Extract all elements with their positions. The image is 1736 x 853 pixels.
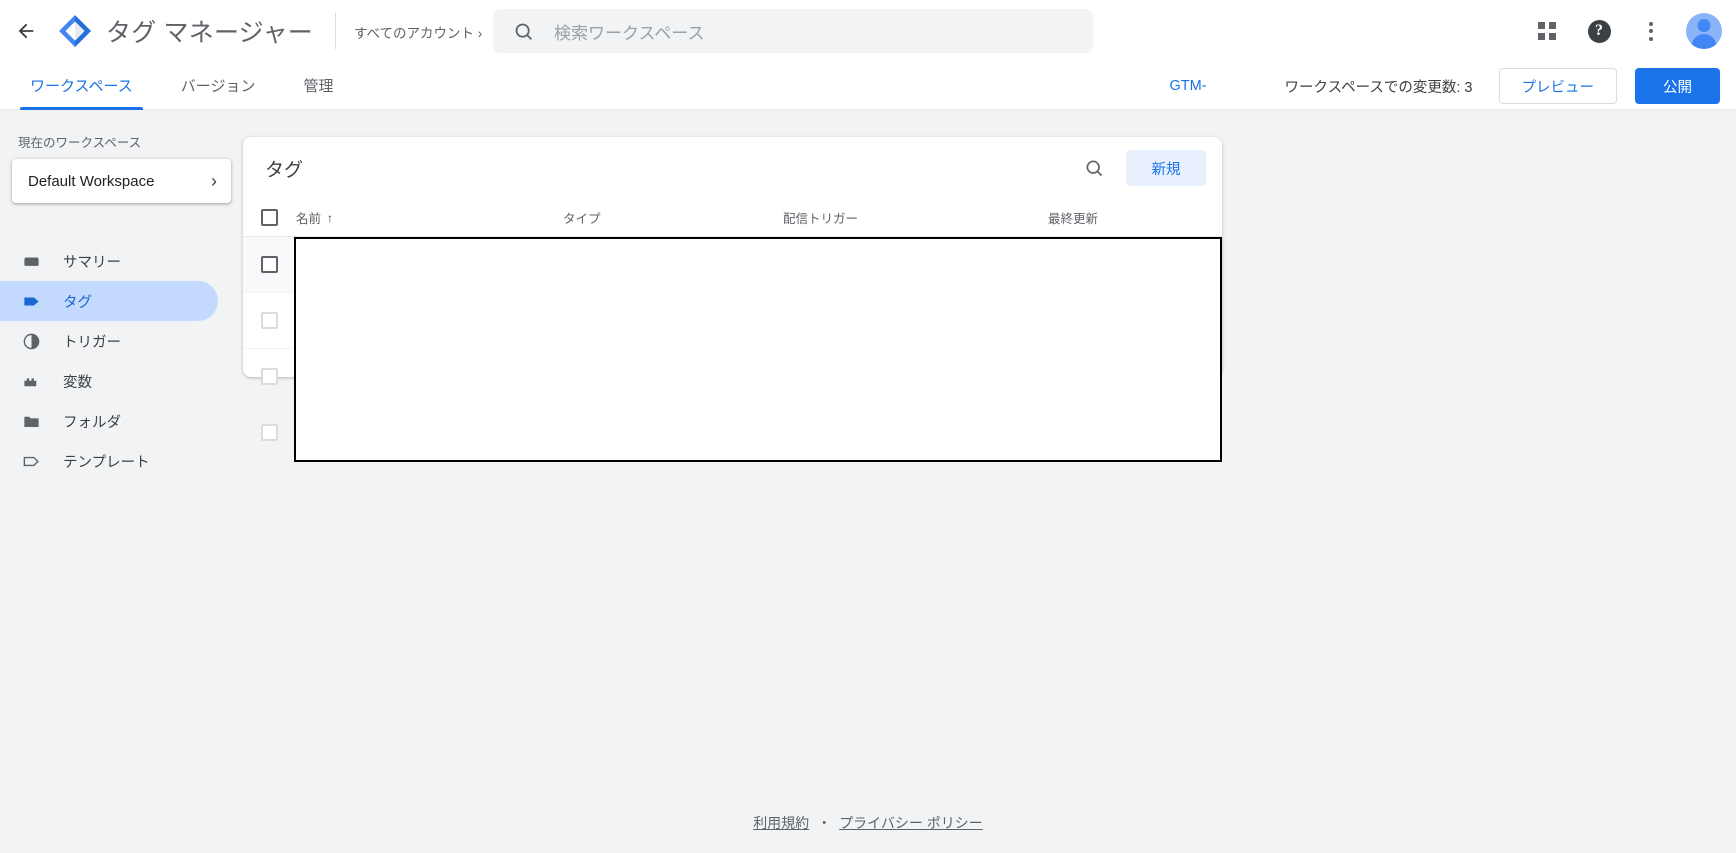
search-icon xyxy=(513,21,534,42)
top-app-bar: タグ マネージャー すべてのアカウント › 検索ワークスペース ? xyxy=(0,0,1736,62)
workspace-tabbar: ワークスペース バージョン 管理 GTM- ワークスペースでの変更数: 3 プレ… xyxy=(0,62,1736,110)
tags-search-icon[interactable] xyxy=(1074,148,1114,188)
sidebar-item-folders-label: フォルダ xyxy=(63,414,121,431)
sidebar-item-templates-label: テンプレート xyxy=(63,454,150,471)
back-arrow-icon[interactable] xyxy=(2,7,50,55)
publish-button[interactable]: 公開 xyxy=(1635,68,1720,104)
preview-button[interactable]: プレビュー xyxy=(1498,68,1617,104)
gtm-app-window: タグ マネージャー すべてのアカウント › 検索ワークスペース ? ワークスペー… xyxy=(0,0,1736,853)
container-id-link[interactable]: GTM- xyxy=(1170,78,1207,94)
table-body xyxy=(243,237,1222,462)
tags-card-header: タグ 新規 xyxy=(243,137,1222,199)
sidebar-item-summary-label: サマリー xyxy=(63,254,121,271)
workspace-selector-card[interactable]: Default Workspace › xyxy=(12,159,231,203)
sidebar-item-tags-label: タグ xyxy=(63,294,92,311)
row-checkbox[interactable] xyxy=(261,424,278,441)
tab-admin-label: 管理 xyxy=(303,78,334,95)
tags-card: タグ 新規 名前 ↑ タイプ 配信トリガー 最終更新 xyxy=(243,137,1222,462)
sidebar-item-triggers-label: トリガー xyxy=(63,334,121,351)
workspace-changes-count: ワークスペースでの変更数: 3 xyxy=(1284,79,1473,96)
redaction-overlay xyxy=(294,237,1222,462)
account-avatar-icon[interactable] xyxy=(1686,13,1722,49)
row-checkbox[interactable] xyxy=(261,368,278,385)
column-header-trigger[interactable]: 配信トリガー xyxy=(783,208,858,227)
row-checkbox[interactable] xyxy=(261,256,278,273)
tab-list: ワークスペース バージョン 管理 xyxy=(20,62,371,110)
top-bar-actions: ? xyxy=(1524,0,1722,62)
sidebar-item-variables[interactable]: 変数 xyxy=(0,361,218,401)
column-header-name[interactable]: 名前 ↑ xyxy=(296,208,333,227)
page-title: タグ xyxy=(265,159,304,181)
trigger-icon xyxy=(22,332,48,351)
select-all-checkbox[interactable] xyxy=(261,209,278,226)
brand: タグ マネージャー xyxy=(56,12,313,50)
tab-workspace-label: ワークスペース xyxy=(30,78,133,95)
header-divider xyxy=(335,13,336,49)
help-glyph: ? xyxy=(1587,19,1611,43)
more-vert-icon[interactable] xyxy=(1628,8,1674,54)
tab-versions-label: バージョン xyxy=(180,78,256,95)
column-header-updated[interactable]: 最終更新 xyxy=(1048,208,1098,227)
table-header-row: 名前 ↑ タイプ 配信トリガー 最終更新 xyxy=(243,199,1222,237)
search-placeholder: 検索ワークスペース xyxy=(554,23,705,43)
sidebar-item-templates[interactable]: テンプレート xyxy=(0,441,218,481)
terms-of-service-link[interactable]: 利用規約 xyxy=(753,813,809,833)
apps-grid-icon[interactable] xyxy=(1524,8,1570,54)
current-workspace-label: 現在のワークスペース xyxy=(18,136,142,150)
sidebar-nav: サマリー タグ トリガー 変数 フォルダ テンプレート xyxy=(0,241,243,481)
sidebar-item-tags[interactable]: タグ xyxy=(0,281,218,321)
main-content: タグ 新規 名前 ↑ タイプ 配信トリガー 最終更新 xyxy=(243,110,1736,853)
footer-separator: ・ xyxy=(817,815,832,831)
product-title: タグ マネージャー xyxy=(106,19,313,47)
tag-manager-logo-icon xyxy=(56,12,94,50)
row-checkbox[interactable] xyxy=(261,312,278,329)
template-icon xyxy=(22,452,48,471)
tabbar-right-actions: GTM- ワークスペースでの変更数: 3 プレビュー 公開 xyxy=(1170,62,1720,110)
summary-icon xyxy=(22,252,48,271)
help-circle-icon[interactable]: ? xyxy=(1576,8,1622,54)
chevron-right-icon: › xyxy=(211,171,217,191)
tab-versions[interactable]: バージョン xyxy=(171,62,266,110)
variable-icon xyxy=(22,372,48,391)
account-breadcrumb: すべてのアカウント › xyxy=(354,26,483,41)
workspace-name: Default Workspace xyxy=(28,172,155,190)
tag-icon xyxy=(22,292,48,311)
column-header-type[interactable]: タイプ xyxy=(563,208,601,227)
tab-admin[interactable]: 管理 xyxy=(293,62,343,110)
sidebar-item-summary[interactable]: サマリー xyxy=(0,241,218,281)
privacy-policy-link[interactable]: プライバシー ポリシー xyxy=(839,813,983,833)
folder-icon xyxy=(22,412,48,431)
tab-workspace[interactable]: ワークスペース xyxy=(20,62,143,110)
column-header-name-label: 名前 xyxy=(296,212,322,226)
sidebar-item-folders[interactable]: フォルダ xyxy=(0,401,218,441)
sidebar-item-variables-label: 変数 xyxy=(63,374,92,391)
search-input[interactable]: 検索ワークスペース xyxy=(493,9,1093,53)
page-footer: 利用規約 ・ プライバシー ポリシー xyxy=(0,793,1736,853)
sort-ascending-icon: ↑ xyxy=(327,210,334,225)
sidebar-item-triggers[interactable]: トリガー xyxy=(0,321,218,361)
left-sidebar: 現在のワークスペース Default Workspace › サマリー タグ ト… xyxy=(0,110,243,853)
new-tag-button[interactable]: 新規 xyxy=(1126,150,1206,186)
